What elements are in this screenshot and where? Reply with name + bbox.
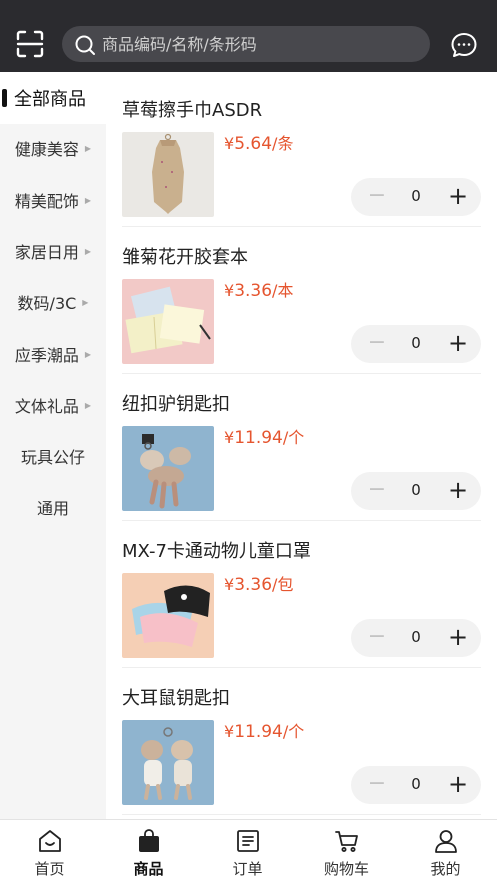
order-list-icon (237, 830, 259, 852)
tab-home[interactable]: 首页 (0, 820, 99, 883)
quantity-value[interactable]: 0 (403, 628, 429, 646)
bag-icon (139, 829, 159, 852)
product-list: 草莓擦手巾ASDR ¥5.64/条 − 0 + 雏菊花开胶套本 ¥3.36/本 … (106, 72, 497, 819)
top-bar (0, 0, 497, 72)
product-image[interactable] (122, 426, 214, 511)
product-name: 雏菊花开胶套本 (122, 247, 248, 268)
tab-label: 我的 (430, 860, 461, 878)
increase-button[interactable]: + (446, 183, 470, 209)
category-sidebar: 全部商品 健康美容 ▶ 精美配饰 ▶ 家居日用 ▶ 数码/3C ▶ 应季潮品 ▶ 文体礼品… (0, 72, 106, 819)
divider (122, 814, 481, 815)
category-label: 通用 (36, 499, 69, 518)
quantity-stepper: − 0 + (351, 325, 481, 363)
decrease-button[interactable]: − (365, 184, 389, 208)
tab-profile[interactable]: 我的 (396, 820, 495, 883)
product-item[interactable]: MX-7卡通动物儿童口罩 ¥3.36/包 − 0 + (106, 521, 497, 668)
search-icon (75, 35, 95, 55)
tab-orders[interactable]: 订单 (198, 820, 297, 883)
product-image[interactable] (122, 132, 214, 217)
arrow-right-icon: ▶ (84, 349, 92, 359)
increase-button[interactable]: + (446, 624, 470, 650)
product-item[interactable]: 雏菊花开胶套本 ¥3.36/本 − 0 + (106, 227, 497, 374)
cart-icon (335, 831, 358, 852)
decrease-button[interactable]: − (365, 625, 389, 649)
arrow-right-icon: ▶ (84, 400, 92, 410)
category-accessories[interactable]: 精美配饰 ▶ (0, 174, 106, 226)
tab-label: 购物车 (323, 860, 369, 878)
arrow-right-icon: ▶ (84, 143, 92, 153)
tab-label: 订单 (232, 860, 263, 878)
scan-icon[interactable] (14, 28, 46, 60)
quantity-stepper: − 0 + (351, 619, 481, 657)
product-item[interactable]: 大耳鼠钥匙扣 ¥11.94/个 − 0 + (106, 668, 497, 815)
category-health-beauty[interactable]: 健康美容 ▶ (0, 122, 106, 174)
tab-label: 商品 (133, 860, 164, 878)
increase-button[interactable]: + (446, 771, 470, 797)
product-price: ¥11.94/个 (224, 428, 305, 448)
increase-button[interactable]: + (446, 477, 470, 503)
category-seasonal[interactable]: 应季潮品 ▶ (0, 328, 106, 380)
product-item[interactable]: 纽扣驴钥匙扣 ¥11.94/个 − 0 + (106, 374, 497, 521)
decrease-button[interactable]: − (365, 772, 389, 796)
category-household[interactable]: 家居日用 ▶ (0, 225, 106, 277)
quantity-stepper: − 0 + (351, 178, 481, 216)
search-bar[interactable] (62, 26, 430, 62)
category-toys[interactable]: 玩具公仔 (0, 430, 106, 482)
decrease-button[interactable]: − (365, 478, 389, 502)
tab-cart[interactable]: 购物车 (297, 820, 396, 883)
bottom-tab-bar: 首页 商品 订单 购物车 我的 (0, 819, 497, 883)
tab-label: 首页 (34, 860, 65, 878)
home-icon (39, 830, 61, 852)
category-label: 应季潮品 (14, 346, 79, 365)
category-all[interactable]: 全部商品 (0, 72, 106, 124)
product-name: 大耳鼠钥匙扣 (122, 688, 230, 709)
category-label: 健康美容 (14, 140, 79, 159)
category-label: 全部商品 (14, 89, 86, 110)
product-price: ¥3.36/包 (224, 575, 294, 595)
arrow-right-icon: ▶ (84, 195, 92, 205)
product-name: 纽扣驴钥匙扣 (122, 394, 230, 415)
product-name: 草莓擦手巾ASDR (122, 100, 263, 121)
quantity-stepper: − 0 + (351, 766, 481, 804)
chat-bubble-icon[interactable] (450, 31, 478, 59)
quantity-stepper: − 0 + (351, 472, 481, 510)
product-image[interactable] (122, 720, 214, 805)
search-input[interactable] (102, 30, 412, 58)
quantity-value[interactable]: 0 (403, 481, 429, 499)
category-label: 数码/3C (17, 294, 77, 313)
product-item[interactable]: 草莓擦手巾ASDR ¥5.64/条 − 0 + (106, 80, 497, 227)
increase-button[interactable]: + (446, 330, 470, 356)
product-price: ¥5.64/条 (224, 134, 294, 154)
product-image[interactable] (122, 279, 214, 364)
category-label: 家居日用 (14, 243, 79, 262)
category-stationery-gifts[interactable]: 文体礼品 ▶ (0, 379, 106, 431)
tab-products[interactable]: 商品 (99, 820, 198, 883)
category-digital[interactable]: 数码/3C ▶ (0, 276, 106, 328)
quantity-value[interactable]: 0 (403, 775, 429, 793)
quantity-value[interactable]: 0 (403, 187, 429, 205)
category-label: 玩具公仔 (20, 448, 85, 467)
active-indicator (2, 89, 7, 107)
category-general[interactable]: 通用 (0, 481, 106, 533)
quantity-value[interactable]: 0 (403, 334, 429, 352)
category-label: 文体礼品 (14, 397, 79, 416)
product-name: MX-7卡通动物儿童口罩 (122, 541, 311, 562)
product-image[interactable] (122, 573, 214, 658)
category-label: 精美配饰 (14, 192, 79, 211)
decrease-button[interactable]: − (365, 331, 389, 355)
product-price: ¥3.36/本 (224, 281, 294, 301)
user-icon (435, 830, 457, 853)
product-price: ¥11.94/个 (224, 722, 305, 742)
arrow-right-icon: ▶ (84, 246, 92, 256)
arrow-right-icon: ▶ (82, 297, 89, 307)
